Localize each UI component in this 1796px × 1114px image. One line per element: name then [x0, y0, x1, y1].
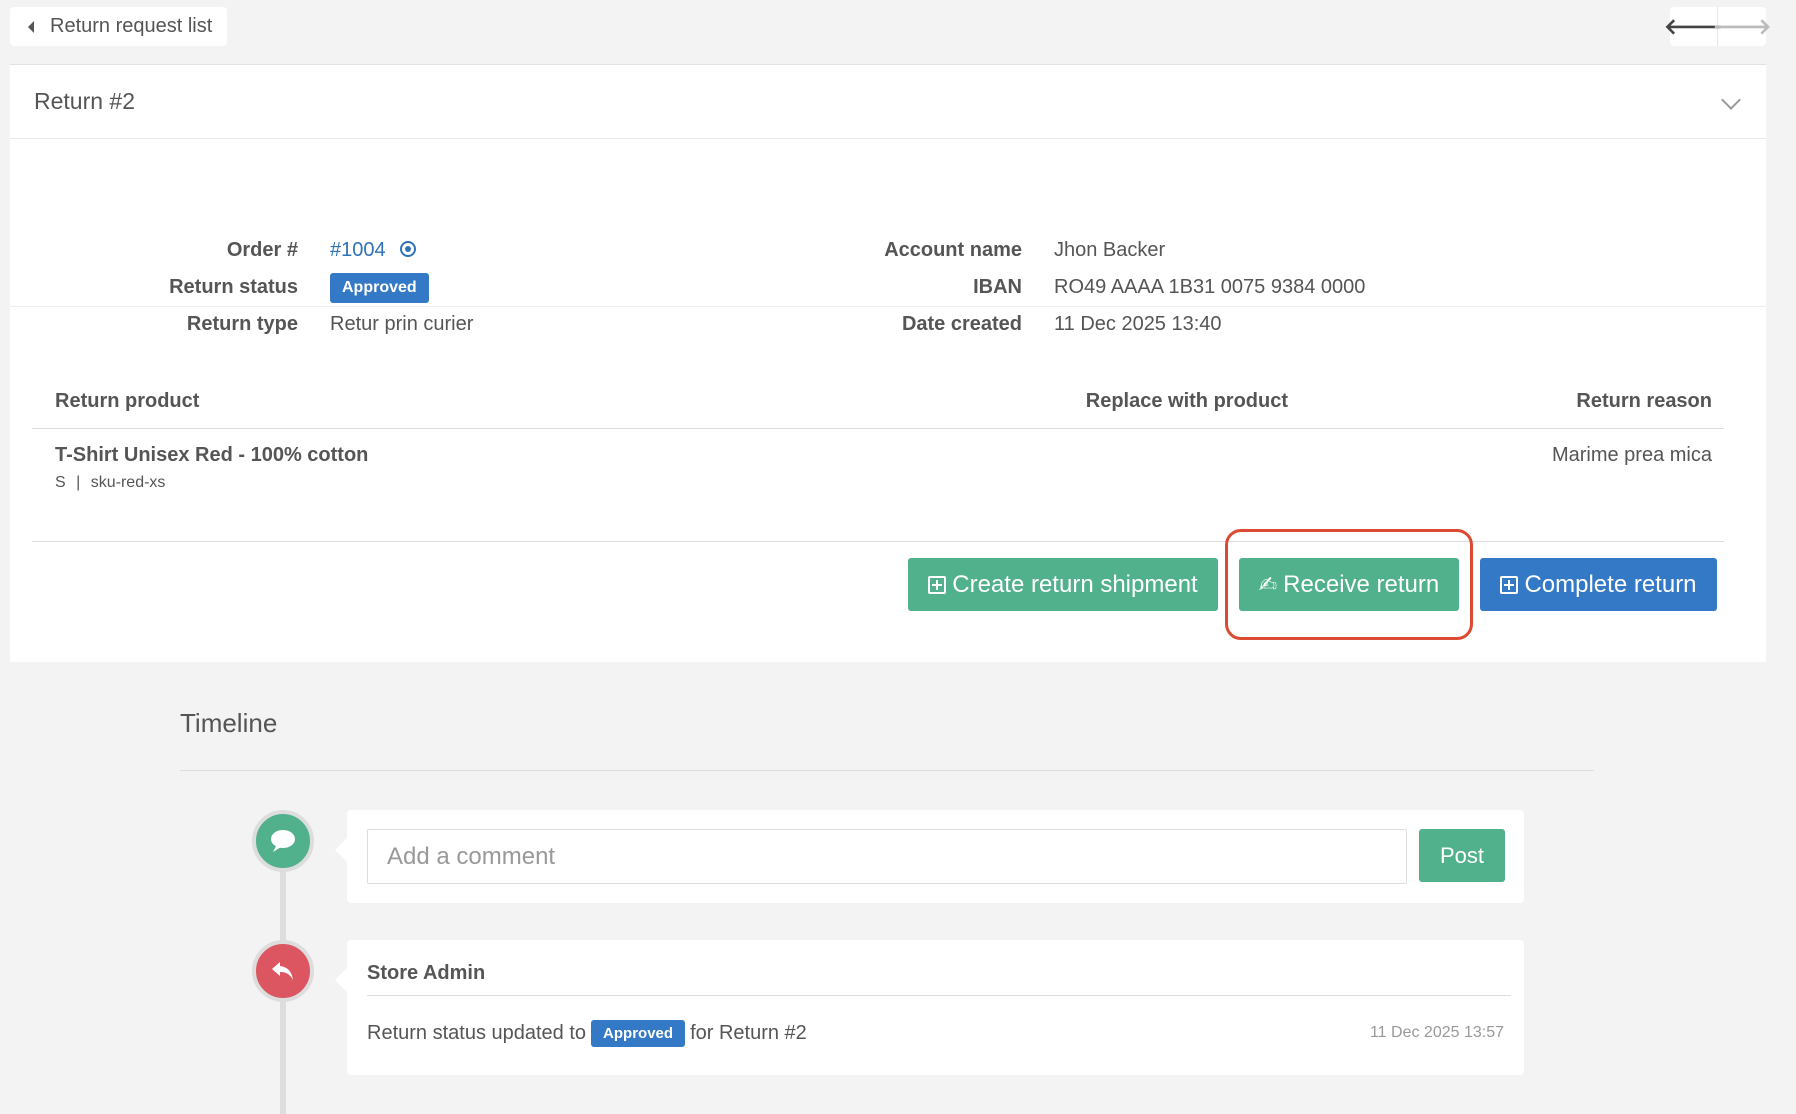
post-button[interactable]: Post [1419, 829, 1505, 882]
entry-divider [367, 995, 1511, 996]
status-badge: Approved [591, 1020, 686, 1047]
timeline-divider [180, 770, 1594, 771]
previous-record-button[interactable]: 🡐 [1664, 7, 1723, 46]
account-label: Account name [884, 239, 1022, 261]
date-value: 11 Dec 2025 13:40 [1054, 313, 1222, 335]
column-header-return-product: Return product [55, 390, 200, 412]
timeline-title: Timeline [180, 708, 278, 738]
comment-icon [252, 810, 314, 872]
product-size: S [55, 474, 66, 491]
arrow-right-icon: 🡒 [1712, 13, 1772, 39]
back-label: Return request list [50, 15, 213, 37]
return-info: Order # #1004 Return status Approved Ret… [10, 139, 1766, 335]
comment-card: Post [335, 810, 1524, 903]
product-meta: S | sku-red-xs [55, 474, 166, 491]
iban-value: RO49 AAAA 1B31 0075 9384 0000 [1054, 276, 1366, 298]
header-divider [32, 428, 1724, 429]
status-badge: Approved [330, 273, 429, 303]
timeline-entry: Store Admin Return status updated to App… [335, 940, 1524, 1075]
caret-left-icon [28, 20, 34, 33]
product-sku: sku-red-xs [90, 474, 166, 491]
page-title: Return #2 [34, 88, 136, 114]
create-return-shipment-button[interactable]: Create return shipment [908, 558, 1218, 611]
reply-icon [252, 940, 314, 1002]
status-value: Approved [330, 273, 429, 303]
next-record-button[interactable]: 🡒 [1713, 7, 1772, 46]
order-link[interactable]: #1004 [330, 239, 386, 261]
return-reason: Marime prea mica [1551, 444, 1712, 466]
back-to-list-button[interactable]: Return request list [10, 7, 227, 46]
type-value: Retur prin curier [330, 313, 474, 335]
highlight-frame [1225, 529, 1473, 640]
status-label: Return status [169, 276, 298, 298]
target-icon[interactable] [399, 241, 416, 257]
column-header-return-reason: Return reason [1576, 390, 1712, 412]
entry-timestamp: 11 Dec 2025 13:57 [1369, 1024, 1504, 1041]
type-label: Return type [186, 313, 298, 335]
plus-square-icon [928, 575, 947, 594]
complete-return-button[interactable]: Complete return [1480, 558, 1717, 611]
record-navigation: 🡐 🡒 [1664, 7, 1772, 46]
product-name: T-Shirt Unisex Red - 100% cotton [55, 444, 369, 466]
speech-bubble-icon [271, 830, 295, 852]
date-label: Date created [901, 313, 1022, 335]
iban-label: IBAN [973, 276, 1022, 298]
comment-input[interactable] [367, 829, 1407, 884]
order-value: #1004 [330, 239, 416, 262]
panel-header: Return #2 [10, 65, 1766, 139]
plus-square-icon [1500, 575, 1519, 594]
account-value: Jhon Backer [1054, 239, 1166, 261]
undo-arrow-icon [272, 962, 293, 980]
order-label: Order # [226, 239, 298, 261]
column-header-replace-with: Replace with product [1085, 390, 1288, 412]
entry-author: Store Admin [367, 962, 486, 984]
return-products-table: Return product Replace with product Retu… [32, 380, 1724, 542]
entry-message: Return status updated to Approved for Re… [367, 1020, 807, 1047]
top-bar: Return request list 🡐 🡒 [0, 0, 1796, 64]
chevron-down-icon[interactable] [1721, 90, 1741, 110]
